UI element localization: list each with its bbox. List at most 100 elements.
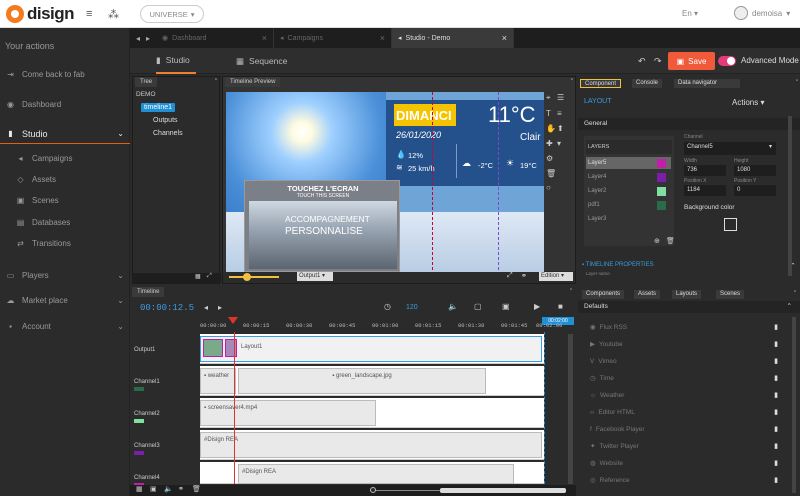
tab-assets[interactable]: Assets — [634, 290, 661, 299]
vertical-scrollbar[interactable] — [568, 334, 573, 484]
bookmark-icon[interactable]: ▮ — [774, 374, 778, 382]
widget-time[interactable]: ◷ Time ▮ — [590, 372, 790, 384]
tab-timeline-preview[interactable]: Timeline Preview — [225, 77, 281, 87]
scrollbar[interactable] — [788, 116, 792, 276]
clip-layout1[interactable]: Layout1 — [200, 336, 542, 362]
defaults-section[interactable]: Defaults ⌃ — [578, 301, 800, 313]
frame-icon[interactable]: ▢ — [474, 302, 482, 311]
tab-campaigns[interactable]: ◂ Campaigns × — [274, 28, 393, 48]
tab-dashboard[interactable]: ◉ Dashboard × — [156, 28, 275, 48]
bookmark-icon[interactable]: ▮ — [774, 476, 778, 484]
menu-icon[interactable]: ≡ — [86, 8, 92, 20]
clip-weather[interactable]: ▪ weather — [200, 368, 236, 394]
sitemap-icon[interactable]: ⁂ — [108, 8, 119, 21]
zoom-handle[interactable] — [370, 487, 376, 493]
language-selector[interactable]: En ▾ — [682, 9, 698, 18]
sidebar-item-studio[interactable]: ▮ Studio ⌄ — [0, 124, 130, 144]
bookmark-icon[interactable]: ▮ — [774, 391, 778, 399]
brand-logo[interactable]: disign — [6, 4, 75, 24]
forward-arrow-icon[interactable]: ▸ — [146, 34, 150, 43]
bookmark-icon[interactable]: ▮ — [774, 459, 778, 467]
sidebar-item-account[interactable]: ▪ Account ⌄ — [0, 316, 130, 336]
scrollbar[interactable] — [792, 317, 796, 493]
prev-icon[interactable]: ◂ — [204, 303, 208, 312]
mode-sequence[interactable]: ▦ Sequence — [236, 48, 287, 74]
text-icon[interactable]: T — [546, 109, 551, 118]
close-icon[interactable]: × — [502, 33, 507, 43]
sidebar-item-players[interactable]: ▭ Players ⌄ — [0, 265, 130, 285]
clip-disign-rea[interactable]: #Disign REA — [200, 432, 542, 458]
universe-selector[interactable]: UNIVERSE ▾ — [140, 5, 204, 23]
output-select[interactable]: Output1 ▾ — [297, 272, 333, 281]
tree-root[interactable]: DEMO — [136, 91, 156, 98]
sidebar-item-campaigns[interactable]: ◂ Campaigns — [0, 148, 130, 168]
grid-icon[interactable]: ▦ — [195, 273, 201, 280]
widget-vimeo[interactable]: V Vimeo ▮ — [590, 355, 790, 367]
tab-console[interactable]: Console — [632, 79, 663, 88]
widget-facebook[interactable]: f Facebook Player ▮ — [590, 423, 790, 435]
touch-widget[interactable]: TOUCHEZ L'ECRAN TOUCH THIS SCREEN ACCOMP… — [244, 180, 400, 272]
volume-icon[interactable]: 🔈 — [164, 485, 173, 493]
clip-green-landscape[interactable]: ▪ green_landscape.jpg — [238, 368, 486, 394]
sidebar-item-scenes[interactable]: ▣ Scenes — [0, 190, 130, 210]
user-menu[interactable]: demoisa ▾ — [734, 6, 790, 20]
trash-icon[interactable]: 🗑 — [546, 169, 556, 178]
next-icon[interactable]: ▸ — [218, 303, 222, 312]
bookmark-icon[interactable]: ▮ — [774, 425, 778, 433]
redo-icon[interactable]: ↷ — [654, 56, 662, 67]
close-icon[interactable]: × — [262, 33, 267, 43]
tab-timeline[interactable]: Timeline — [132, 287, 165, 297]
preview-canvas[interactable]: DIMANCI 26/01/2020 11°C Clair 💧 12% ≋ 25… — [226, 92, 544, 272]
track-channel4[interactable]: #Disign REA — [200, 462, 544, 484]
tree-node-channels[interactable]: Channels — [153, 130, 183, 137]
clock-icon[interactable]: ◷ — [384, 302, 391, 311]
tab-components[interactable]: Components — [582, 290, 625, 299]
add-circle-icon[interactable]: ⊕ — [654, 237, 660, 245]
actions-menu[interactable]: Actions ▾ — [732, 98, 764, 107]
tree-node-timeline1[interactable]: timeline1 — [141, 103, 176, 112]
expand-icon[interactable]: ⤢ — [207, 273, 212, 280]
link-icon[interactable]: ⚭ — [521, 272, 527, 280]
circle-icon[interactable]: ○ — [546, 183, 551, 192]
sidebar-item-dashboard[interactable]: ◉ Dashboard — [0, 94, 130, 114]
tab-layouts[interactable]: Layouts — [672, 290, 702, 299]
horizontal-scrollbar[interactable] — [440, 488, 566, 493]
save-button[interactable]: ▣ Save — [668, 52, 715, 70]
tab-tree[interactable]: Tree — [135, 77, 158, 87]
clip-disign-rea-2[interactable]: #Disign REA — [238, 464, 514, 484]
widget-html[interactable]: ‹› Editor HTML ▮ — [590, 406, 790, 418]
image-icon[interactable]: ▣ — [150, 485, 157, 493]
tab-scenes[interactable]: Scenes — [716, 290, 745, 299]
track-channel1[interactable]: ▪ weather ▪ green_landscape.jpg — [200, 366, 544, 396]
widget-youtube[interactable]: ▶ Youtube ▮ — [590, 338, 790, 350]
posy-field[interactable]: 0 — [734, 185, 776, 196]
track-output1[interactable]: Layout1 — [200, 334, 544, 364]
trash-icon[interactable]: 🗑 — [666, 237, 675, 245]
bookmark-icon[interactable]: ▮ — [774, 323, 778, 331]
fullscreen-icon[interactable]: ⤢ — [507, 272, 513, 280]
undo-icon[interactable]: ↶ — [638, 56, 646, 67]
bookmark-icon[interactable]: ▮ — [774, 408, 778, 416]
advanced-mode-toggle[interactable] — [718, 56, 736, 66]
stop-icon[interactable]: ■ — [558, 302, 563, 311]
clip-screensaver[interactable]: ▪ screensaver4.mp4 — [200, 400, 376, 426]
link-icon[interactable]: ⚭ — [178, 485, 184, 493]
fps-value[interactable]: 120 — [406, 304, 418, 311]
layers-icon[interactable]: ≡ — [557, 109, 562, 118]
height-field[interactable]: 1080 — [734, 165, 776, 176]
tab-studio-demo[interactable]: ◂ Studio - Demo × — [392, 28, 515, 48]
grid-icon[interactable]: ▦ — [136, 485, 143, 493]
sidebar-item-marketplace[interactable]: ☁ Market place ⌄ — [0, 290, 130, 310]
close-icon[interactable]: × — [380, 33, 385, 43]
back-arrow-icon[interactable]: ◂ — [136, 34, 140, 43]
widget-reference[interactable]: ◎ Reference ▮ — [590, 474, 790, 486]
sidebar-item-assets[interactable]: ◇ Assets — [0, 169, 130, 189]
track-channel2[interactable]: ▪ screensaver4.mp4 — [200, 398, 544, 428]
bookmark-icon[interactable]: ▮ — [774, 442, 778, 450]
mode-studio[interactable]: ▮ Studio — [156, 48, 196, 74]
maximize-icon[interactable]: ▫ — [796, 78, 798, 84]
volume-icon[interactable]: 🔈 — [448, 302, 458, 311]
layer-item[interactable]: Layer3 — [586, 213, 671, 225]
screen-icon[interactable]: ▣ — [502, 302, 510, 311]
background-color-picker[interactable] — [724, 218, 737, 231]
